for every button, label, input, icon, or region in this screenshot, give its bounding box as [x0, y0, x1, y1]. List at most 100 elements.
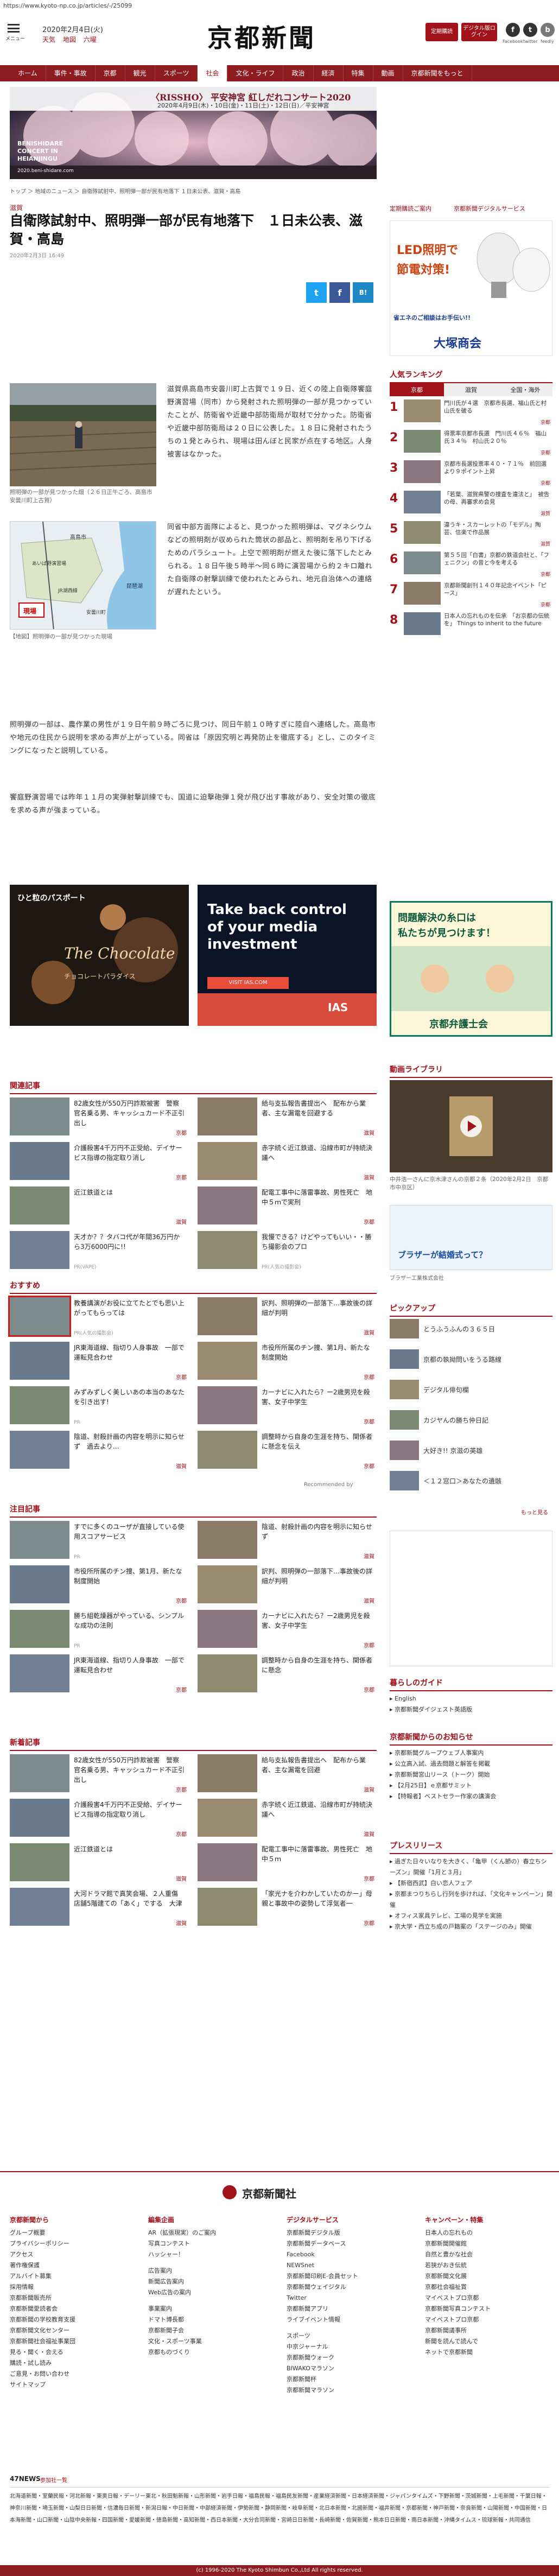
- pickup-title[interactable]: カジヤんの勝ち仲日記: [423, 1416, 488, 1425]
- chocolate-ad[interactable]: ひと粒のパスポート The Chocolate チョコレートパラダイス: [10, 885, 189, 1026]
- related-title[interactable]: 介護殺害4千万円不正受給、デイサービス指導の指定取り消し: [74, 1143, 185, 1163]
- osusume-item[interactable]: カーナビに入れたら？ー2歳男児を殺害、女子中学生 京都: [198, 1386, 377, 1429]
- ranking-title[interactable]: 「若葉、滋賀県警の捜査を違法と」 被告の母、再審求め会見: [444, 491, 551, 506]
- footer-link[interactable]: Web広告の案内: [148, 2287, 278, 2298]
- press-item[interactable]: ▸ 過ぎた日々いなりを大きく、「亀甲（くん節の）春立ちシーズン」開催「1月と３月…: [390, 1856, 552, 1878]
- ranking-thumbnail[interactable]: [404, 460, 441, 483]
- osusume-title[interactable]: 訳判、照明弾の一部落下…事故後の詳細が判明: [262, 1298, 373, 1318]
- press-item[interactable]: ▸ オフィス家具テレビ、工場の見学を実施: [390, 1911, 552, 1921]
- nav-item[interactable]: 政治: [283, 65, 314, 81]
- related-thumbnail[interactable]: [10, 1097, 69, 1135]
- osusume-title[interactable]: 教養講演がお役に立てたとでも思い上がってもらっては: [74, 1298, 185, 1318]
- footer-link[interactable]: 文化・スポーツ事業: [148, 2336, 278, 2347]
- footer-link[interactable]: ドマト博長都: [148, 2314, 278, 2325]
- chuumoku-title[interactable]: すでに多くのユーザが直接している使用スコアサービス: [74, 1522, 185, 1541]
- related-thumbnail[interactable]: [10, 1142, 69, 1180]
- ranking-thumbnail[interactable]: [404, 551, 441, 574]
- notice-item[interactable]: ▸ 【特報者】ベストセラー作家の講演会: [390, 1791, 552, 1802]
- osusume-title[interactable]: カーナビに入れたら？ー2歳男児を殺害、女子中学生: [262, 1387, 373, 1407]
- article-category[interactable]: 滋賀: [10, 203, 23, 212]
- article-map[interactable]: 琵琶湖 あいば野演習場 高島市 現場 JR湖西線 安曇川町: [10, 521, 156, 630]
- ranking-item[interactable]: 6 第５５回「白書」京都の鉄道会社と、「フェニクン」の昔と今を考える 京都: [390, 551, 552, 578]
- chuumoku-title[interactable]: JR東海道線、指切り人身事故 一部で運転見合わせ: [74, 1655, 185, 1675]
- ranking-thumbnail[interactable]: [404, 612, 441, 635]
- osusume-thumbnail[interactable]: [198, 1342, 257, 1380]
- footer-link[interactable]: 京都新聞開催館: [425, 2238, 555, 2249]
- footer-link[interactable]: 購読・試し読み: [10, 2358, 140, 2369]
- chuumoku-thumbnail[interactable]: [10, 1654, 69, 1692]
- pickup-item[interactable]: ＜１２窓口＞あなたの遺骸: [390, 1471, 552, 1493]
- shinchaku-title[interactable]: 82歳女性が550万円詐欺被害 警察官名乗る男、キャッシュカード不正引出し: [74, 1755, 185, 1785]
- ranking-tab-national[interactable]: 全国・海外: [498, 383, 552, 396]
- footer-link[interactable]: 京都新聞の学校教育支援: [10, 2314, 140, 2325]
- rokuyo-link[interactable]: 六曜: [84, 36, 97, 43]
- footer-link[interactable]: ハッシャー！: [148, 2249, 278, 2260]
- nav-item[interactable]: 社会: [198, 65, 228, 81]
- osusume-thumbnail[interactable]: [198, 1386, 257, 1424]
- chuumoku-thumbnail[interactable]: [10, 1521, 69, 1559]
- shinchaku-item[interactable]: 近江鉄道とは 滋賀: [10, 1843, 189, 1886]
- article-photo-field[interactable]: [10, 383, 156, 486]
- footer-link[interactable]: プライバシーポリシー: [10, 2238, 140, 2249]
- ranking-thumbnail[interactable]: [404, 399, 441, 422]
- pickup-title[interactable]: デジタル俳句欄: [423, 1385, 469, 1394]
- 47news-logo[interactable]: 47NEWS: [10, 2475, 41, 2483]
- nav-item[interactable]: 特集: [344, 65, 373, 81]
- chuumoku-item[interactable]: すでに多くのユーザが直接している使用スコアサービス PR: [10, 1521, 189, 1563]
- related-thumbnail[interactable]: [10, 1187, 69, 1224]
- footer-link[interactable]: NEWSnet: [287, 2260, 417, 2271]
- related-item[interactable]: 介護殺害4千万円不正受給、デイサービス指導の指定取り消し 京都: [10, 1142, 189, 1184]
- nav-item[interactable]: 経済: [314, 65, 344, 81]
- shinchaku-thumbnail[interactable]: [198, 1799, 257, 1837]
- ranking-title[interactable]: 京都新聞創刊１４０年記念イベント「ピース」: [444, 582, 551, 597]
- footer-link[interactable]: 京都新聞写真コンテスト: [425, 2304, 555, 2314]
- chuumoku-title[interactable]: 市役所所属のチン捜、第1月、新たな制度開始: [74, 1566, 185, 1586]
- side-pr-link-1[interactable]: 定期購読ご案内: [390, 204, 431, 213]
- chuumoku-title[interactable]: カーナビに入れたら？ー2歳男児を殺害、女子中学生: [262, 1611, 373, 1630]
- shinchaku-item[interactable]: 「家光ナを介わかしていたのかー」母親と事故中の姿勢して浮気者一 京都: [198, 1888, 377, 1930]
- footer-link[interactable]: 新聞広告案内: [148, 2276, 278, 2287]
- chuumoku-item[interactable]: 調整時から自身の生涯を持ち、関係者に懸念 京都: [198, 1654, 377, 1697]
- osusume-title[interactable]: みずみずしく美しいあの本当のあなたを引き出す!: [74, 1387, 185, 1407]
- chuumoku-thumbnail[interactable]: [198, 1654, 257, 1692]
- nav-item[interactable]: スポーツ: [155, 65, 198, 81]
- chuumoku-title[interactable]: 訳判、照明弾の一部落下…事故後の詳細が判明: [262, 1566, 373, 1586]
- ranking-title[interactable]: 門川氏が４選 京都市長選、福山氏と村山氏を破る: [444, 399, 551, 415]
- related-title[interactable]: 給与支払報告書提出へ 配布から業者、主な漏電を回避する: [262, 1099, 373, 1118]
- footer-link[interactable]: ご意見・お問い合わせ: [10, 2369, 140, 2380]
- pickup-title[interactable]: とうふうふんの３６５日: [423, 1324, 495, 1334]
- nav-item[interactable]: 京都新聞をもっと: [403, 65, 472, 81]
- chuumoku-thumbnail[interactable]: [198, 1610, 257, 1648]
- weather-link[interactable]: 天気: [42, 36, 55, 43]
- bengoshi-ad[interactable]: 問題解決の糸口は 私たちが見つけます！ 京都弁護士会: [390, 901, 552, 1037]
- ranking-tab-kyoto[interactable]: 京都: [390, 383, 444, 396]
- footer-link[interactable]: マイベストプロ京都: [425, 2314, 555, 2325]
- footer-link[interactable]: Facebook: [287, 2249, 417, 2260]
- footer-link[interactable]: 京都新聞印刷E-会員セット: [287, 2271, 417, 2282]
- ranking-title[interactable]: 京都市長選投票率４０・７１％ 前回選より９ポイント上昇: [444, 460, 551, 475]
- side-ad-empty[interactable]: [390, 1531, 552, 1666]
- footer-link[interactable]: 京都新聞アプリ: [287, 2304, 417, 2314]
- share-twitter-button[interactable]: t: [306, 282, 327, 303]
- ranking-item[interactable]: 7 京都新聞創刊１４０年記念イベント「ピース」 京都: [390, 582, 552, 608]
- shinchaku-item[interactable]: 配電工事中に落雷事故、男性死亡 地中５ｍ 京都: [198, 1843, 377, 1886]
- footer-link[interactable]: グループ概要: [10, 2228, 140, 2238]
- facebook-icon[interactable]: f: [506, 23, 520, 37]
- shinchaku-thumbnail[interactable]: [198, 1754, 257, 1792]
- pickup-title[interactable]: 大好き!! 京滋の英雄: [423, 1446, 482, 1455]
- related-title[interactable]: 近江鉄道とは: [74, 1188, 185, 1197]
- shinchaku-title[interactable]: 「家光ナを介わかしていたのかー」母親と事故中の姿勢して浮気者一: [262, 1889, 373, 1908]
- notice-item[interactable]: ▸ 京都新聞宮山リース（トーク）開始: [390, 1769, 552, 1780]
- footer-link[interactable]: AR（拡張現実）のご案内: [148, 2228, 278, 2238]
- related-title[interactable]: 赤字続く近江鉄道、沿線市町が持続決議へ: [262, 1143, 373, 1163]
- footer-link[interactable]: 京都新聞ウォーク: [287, 2352, 417, 2363]
- osusume-title[interactable]: 調整時から自身の生涯を持ち、関係者に懸念を伝え: [262, 1432, 373, 1451]
- nav-item[interactable]: 京都: [96, 65, 125, 81]
- ranking-thumbnail[interactable]: [404, 491, 441, 513]
- osusume-item[interactable]: 調整時から自身の生涯を持ち、関係者に懸念を伝え 京都: [198, 1431, 377, 1473]
- footer-link[interactable]: 京都新聞社会福祉事業団: [10, 2336, 140, 2347]
- chuumoku-title[interactable]: 調整時から自身の生涯を持ち、関係者に懸念: [262, 1655, 373, 1675]
- shinchaku-title[interactable]: 近江鉄道とは: [74, 1844, 185, 1854]
- ranking-title[interactable]: 違うキ・スカーレットの「モデル」陶芸、信楽で作品展: [444, 521, 551, 536]
- shinchaku-item[interactable]: 介護殺害4千万円不正受給、デイサービス指導の指定取り消し 京都: [10, 1799, 189, 1841]
